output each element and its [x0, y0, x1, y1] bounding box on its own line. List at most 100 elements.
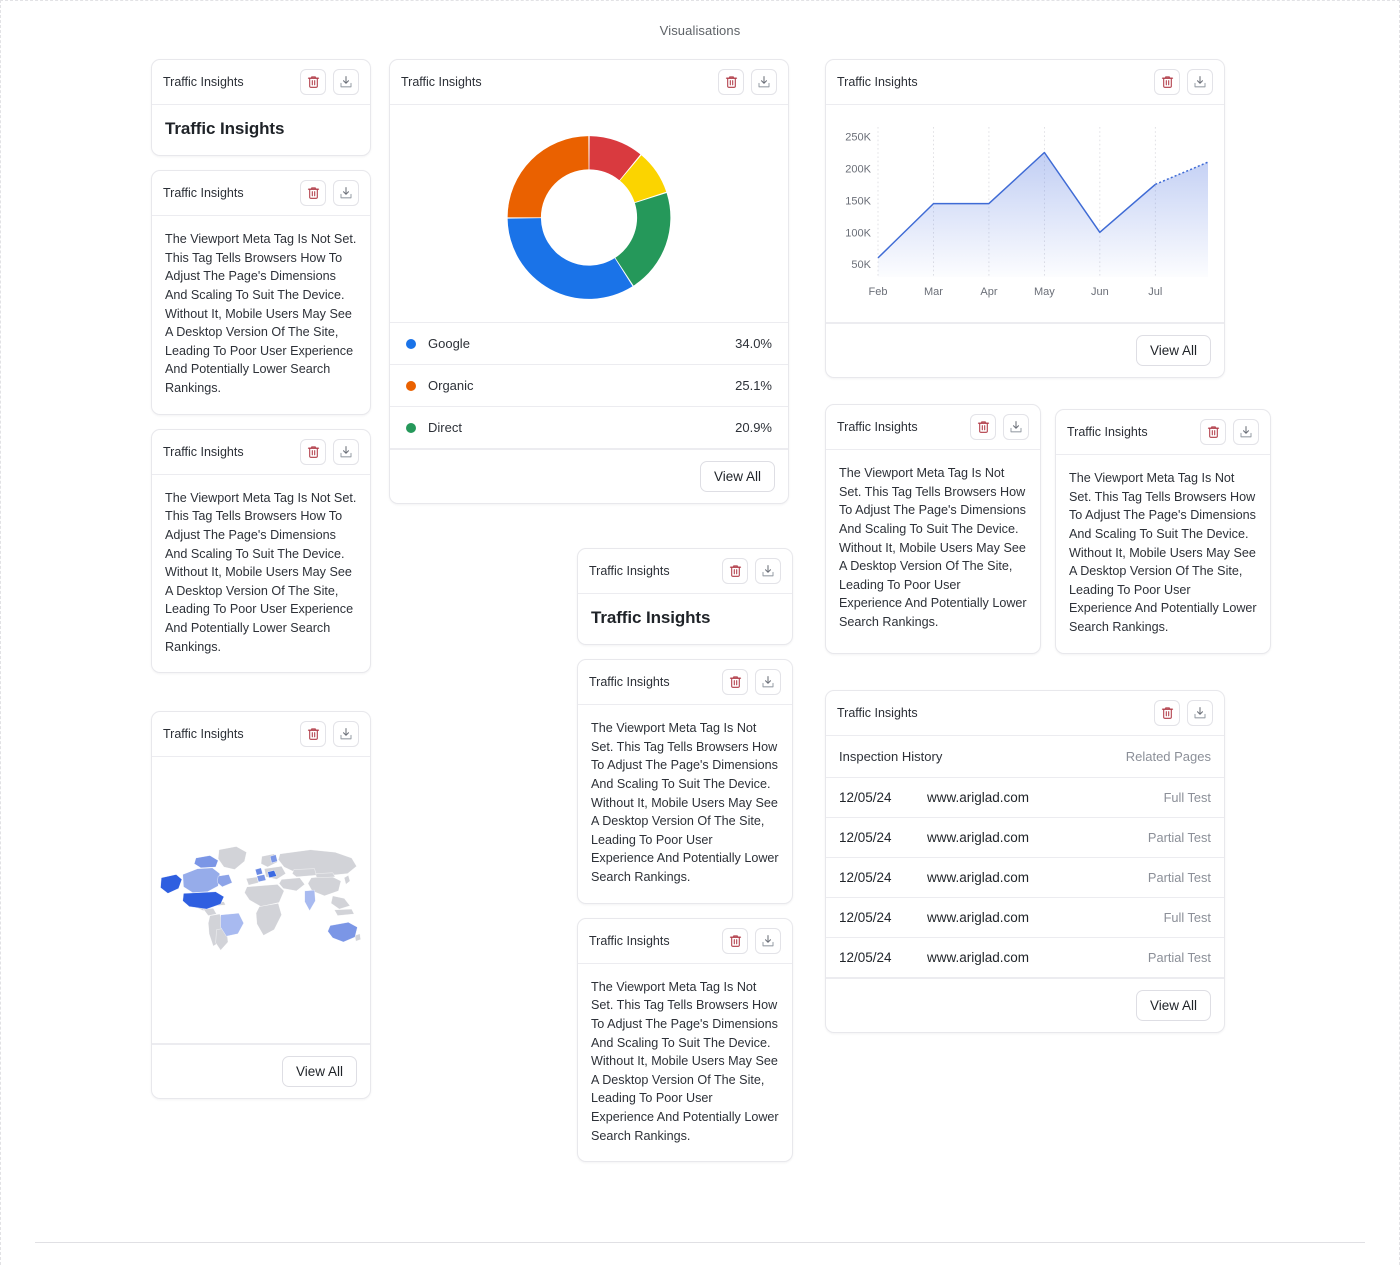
x-tick-label: Jun	[1091, 286, 1109, 298]
card-title: Traffic Insights	[401, 75, 482, 89]
donut-segment	[615, 192, 671, 286]
delete-button[interactable]	[1154, 699, 1180, 726]
legend-color-dot	[406, 380, 416, 391]
map-region-greenland	[217, 846, 247, 870]
download-button[interactable]	[333, 69, 359, 95]
trash-icon	[307, 446, 319, 458]
delete-button[interactable]	[722, 669, 748, 695]
map-region-nz	[354, 933, 361, 942]
x-tick-label: Apr	[980, 286, 997, 298]
card-title: Traffic Insights	[163, 444, 244, 459]
delete-button[interactable]	[300, 180, 326, 206]
trash-icon	[307, 187, 319, 199]
trash-icon	[977, 421, 989, 433]
download-icon	[1194, 76, 1206, 88]
card-actions	[722, 558, 781, 584]
table-row[interactable]: 12/05/24 www.ariglad.com Partial Test	[826, 938, 1224, 978]
card-actions	[1154, 699, 1213, 726]
delete-button[interactable]	[1154, 69, 1180, 95]
download-button[interactable]	[751, 69, 777, 95]
column-right: Traffic Insights 50K 100K 150K 200K 250K…	[825, 59, 1271, 1047]
card-actions	[970, 414, 1029, 440]
card-actions	[300, 69, 359, 95]
download-icon	[758, 76, 770, 88]
table-header: Inspection History Related Pages	[826, 736, 1224, 778]
view-all-button[interactable]: View All	[1135, 989, 1211, 1021]
page-title: Visualisations	[659, 22, 741, 38]
view-all-button[interactable]: View All	[281, 1056, 357, 1088]
legend-color-dot	[406, 338, 416, 349]
table-row[interactable]: 12/05/24 www.ariglad.com Full Test	[826, 778, 1224, 818]
download-button[interactable]	[755, 558, 781, 584]
donut-chart-card: Traffic Insights Google 34.0% Organic 25…	[389, 59, 789, 504]
trash-icon	[1161, 707, 1173, 719]
row-status: Partial Test	[1147, 869, 1211, 885]
map-region-canada-arctic	[194, 855, 219, 869]
legend-label: Organic	[428, 378, 474, 393]
download-icon	[762, 676, 774, 688]
text-card: Traffic Insights The Viewport Meta Tag I…	[577, 917, 793, 1163]
trash-icon	[729, 565, 741, 577]
map-region-middleeast	[278, 877, 305, 892]
download-icon	[1010, 421, 1022, 433]
table-row[interactable]: 12/05/24 www.ariglad.com Partial Test	[826, 858, 1224, 898]
trash-icon	[307, 76, 319, 88]
legend-item-direct: Direct 20.9%	[390, 407, 788, 449]
heading-card: Traffic Insights Traffic Insights	[151, 59, 371, 156]
body-paragraph: The Viewport Meta Tag Is Not Set. This T…	[165, 490, 357, 654]
legend-value: 20.9%	[735, 420, 772, 435]
map-region-indonesia	[334, 909, 355, 917]
delete-button[interactable]	[1200, 419, 1226, 445]
download-button[interactable]	[333, 721, 359, 748]
chart-area-fill	[878, 152, 1208, 277]
delete-button[interactable]	[970, 414, 996, 440]
table-row[interactable]: 12/05/24 www.ariglad.com Full Test	[826, 898, 1224, 938]
page-header: Visualisations	[1, 1, 1399, 59]
card-body: Traffic Insights	[152, 105, 370, 155]
delete-button[interactable]	[300, 438, 326, 465]
visualisation-board: Traffic Insights Traffic Insights Traffi…	[1, 59, 1399, 1176]
download-icon	[1194, 706, 1206, 718]
view-all-button[interactable]: View All	[699, 461, 775, 492]
text-card: Traffic Insights The Viewport Meta Tag I…	[151, 428, 371, 674]
download-button[interactable]	[1003, 414, 1029, 440]
download-button[interactable]	[333, 180, 359, 206]
legend-item-google: Google 34.0%	[390, 323, 788, 365]
row-url: www.ariglad.com	[927, 949, 1030, 965]
download-button[interactable]	[333, 438, 359, 465]
card-title: Traffic Insights	[589, 564, 670, 578]
delete-button[interactable]	[300, 69, 326, 95]
view-all-button[interactable]: View All	[1135, 335, 1211, 366]
download-icon	[340, 76, 352, 88]
row-date: 12/05/24	[839, 829, 892, 845]
download-button[interactable]	[1187, 69, 1213, 95]
card-title: Traffic Insights	[837, 705, 918, 720]
trash-icon	[307, 728, 319, 741]
card-header: Traffic Insights	[152, 60, 370, 105]
row-url: www.ariglad.com	[927, 909, 1030, 925]
download-button[interactable]	[755, 669, 781, 695]
world-map-svg	[160, 846, 361, 951]
row-url: www.ariglad.com	[927, 829, 1030, 845]
delete-button[interactable]	[718, 69, 744, 95]
body-heading: Traffic Insights	[165, 119, 285, 138]
delete-button[interactable]	[722, 558, 748, 584]
delete-button[interactable]	[722, 927, 748, 954]
table-body: 12/05/24 www.ariglad.com Full Test 12/05/24…	[826, 778, 1224, 978]
table-column-header-related: Related Pages	[1125, 748, 1211, 764]
x-tick-label: Jul	[1148, 286, 1162, 298]
map-region-france	[256, 874, 267, 883]
download-icon	[340, 445, 352, 457]
table-row[interactable]: 12/05/24 www.ariglad.com Partial Test	[826, 818, 1224, 858]
card-title: Traffic Insights	[837, 420, 918, 434]
download-button[interactable]	[755, 927, 781, 954]
map-region-kazakhstan	[292, 868, 317, 878]
row-date: 12/05/24	[839, 869, 892, 885]
map-region-canada	[182, 867, 220, 894]
card-title: Traffic Insights	[589, 675, 670, 689]
download-button[interactable]	[1233, 419, 1259, 445]
card-body: The Viewport Meta Tag Is Not Set. This T…	[1056, 455, 1270, 653]
card-header: Traffic Insights	[578, 549, 792, 594]
delete-button[interactable]	[300, 721, 326, 748]
download-button[interactable]	[1187, 699, 1213, 726]
